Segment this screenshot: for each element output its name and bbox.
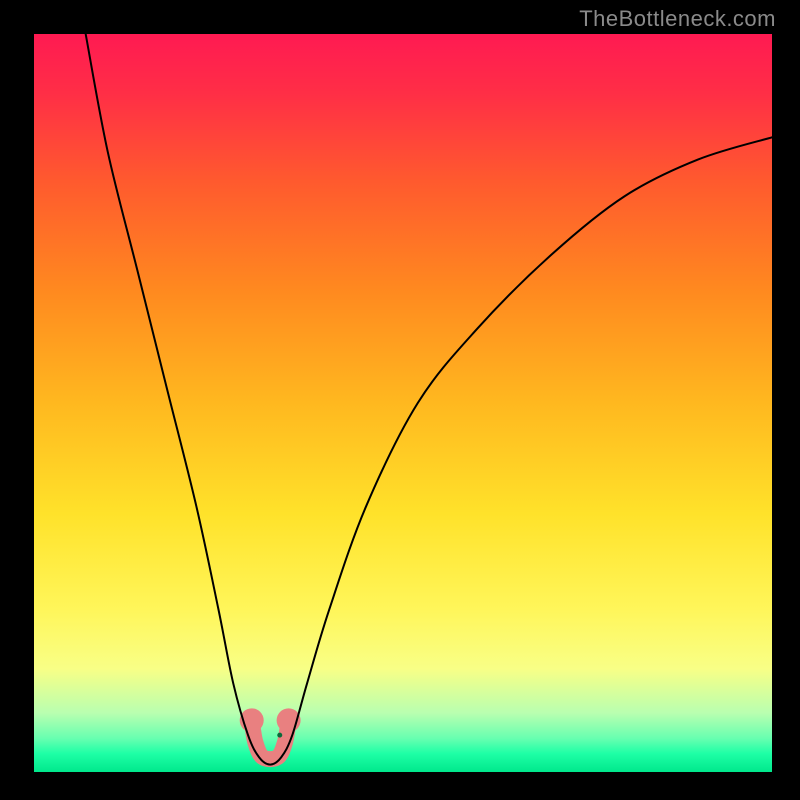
trough-marker-group [240,708,301,759]
bottleneck-curve-path [86,34,772,765]
watermark-text: TheBottleneck.com [579,6,776,32]
trough-marker-dot [277,733,282,738]
chart-svg [34,34,772,772]
plot-frame [34,34,772,772]
